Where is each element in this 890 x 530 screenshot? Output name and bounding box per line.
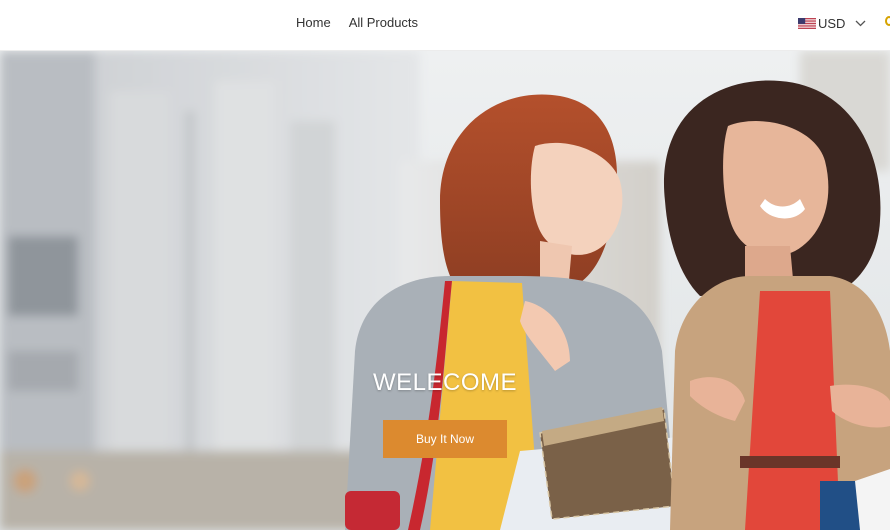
currency-code: USD — [818, 16, 846, 31]
hero-heading: WELECOME — [372, 369, 517, 396]
currency-selector[interactable]: USD — [798, 16, 866, 31]
main-nav: Home All Products — [296, 15, 418, 30]
buy-it-now-button[interactable]: Buy It Now — [383, 420, 507, 458]
hero-banner: WELECOME Buy It Now — [0, 51, 890, 530]
us-flag-icon — [798, 18, 816, 29]
hero-image — [0, 51, 890, 530]
cart-icon[interactable] — [885, 16, 890, 26]
nav-home-link[interactable]: Home — [296, 15, 331, 30]
nav-all-products-link[interactable]: All Products — [349, 15, 418, 30]
chevron-down-icon — [855, 20, 866, 27]
site-header: Home All Products USD — [0, 0, 890, 51]
